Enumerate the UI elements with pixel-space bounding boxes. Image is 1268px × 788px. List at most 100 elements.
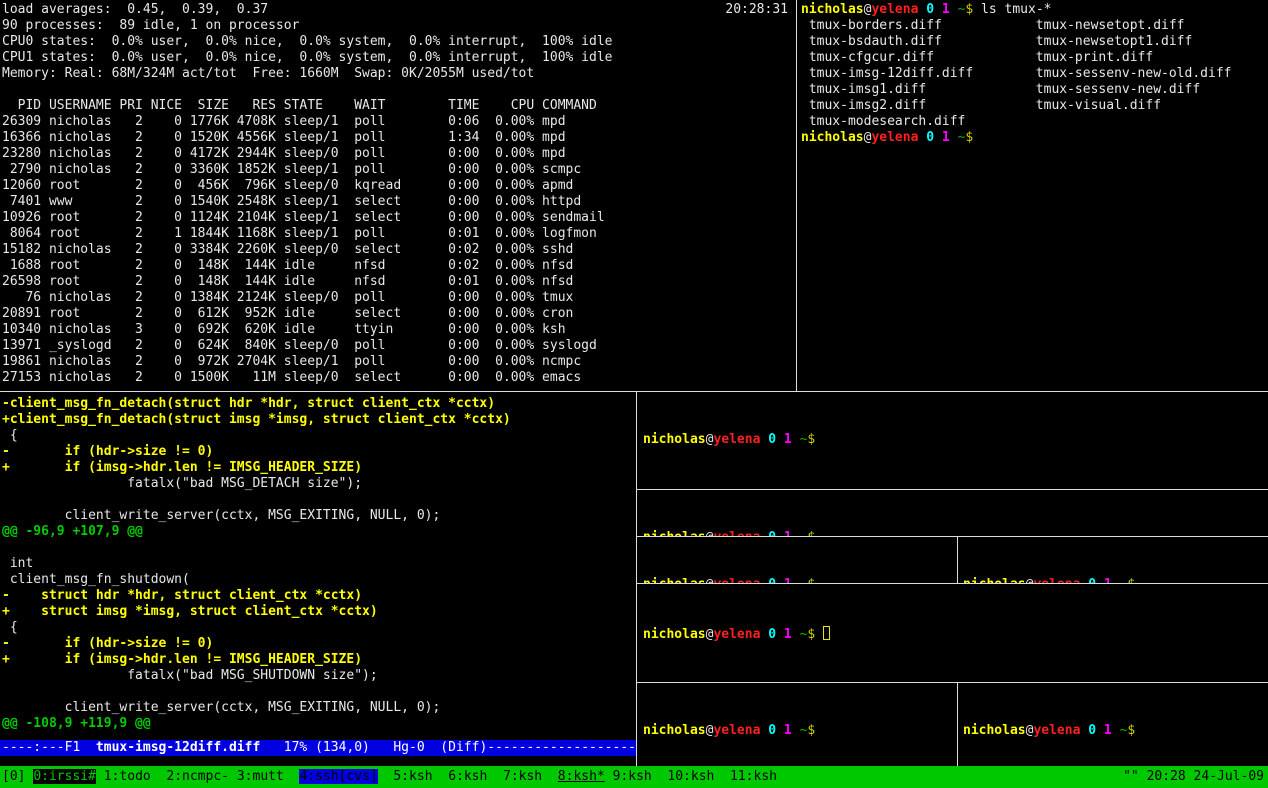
prompt-segment (1096, 723, 1104, 738)
ls-file-row: tmux-cfgcur.diff tmux-print.diff (801, 50, 1268, 66)
diff-line-ctx: int (2, 556, 636, 572)
process-row: 26309 nicholas 2 0 1776K 4708K sleep/1 p… (2, 114, 796, 130)
session-name: [0] (2, 769, 25, 784)
prompt-segment (792, 432, 800, 447)
diff-line-ctx: client_msg_fn_shutdown( (2, 572, 636, 588)
status-window-2[interactable]: 2:ncmpc- (166, 769, 229, 784)
prompt-segment (1112, 723, 1120, 738)
status-window-8[interactable]: 8:ksh* (558, 769, 605, 784)
ls-file-row: tmux-imsg-12diff.diff tmux-sessenv-new-o… (801, 66, 1268, 82)
pane-shell-5b[interactable]: nicholas@yelena 0 1 ~$ (958, 683, 1268, 766)
command-text: ls tmux-* (973, 2, 1051, 17)
prompt-segment: $ (807, 432, 815, 447)
process-row: 76 nicholas 2 0 1384K 2124K sleep/0 poll… (2, 290, 796, 306)
prompt-segment (950, 2, 958, 17)
process-row: 13971 _syslogd 2 0 624K 840K sleep/0 pol… (2, 338, 796, 354)
blank-line (2, 82, 796, 98)
process-row: 20891 root 2 0 612K 952K idle select 0:0… (2, 306, 796, 322)
prompt-segment: yelena (1033, 723, 1080, 738)
prompt-segment: 1 (942, 2, 950, 17)
prompt-segment: 0 (926, 130, 934, 145)
bottom-pane-row: -client_msg_fn_detach(struct hdr *hdr, s… (0, 392, 1268, 766)
process-row: 10926 root 2 0 1124K 2104K sleep/1 selec… (2, 210, 796, 226)
prompt-segment: nicholas (801, 2, 864, 17)
ls-output: tmux-borders.diff tmux-newsetopt.diff tm… (801, 18, 1268, 130)
prompt-segment: 1 (784, 627, 792, 642)
diff-line-blank (2, 492, 636, 508)
prompt-segment: $ (965, 130, 973, 145)
prompt-segment: nicholas (963, 723, 1026, 738)
diff-line-del: - if (hdr->size != 0) (2, 636, 636, 652)
prompt-segment: 0 (768, 723, 776, 738)
pane-shell-5a[interactable]: nicholas@yelena 0 1 ~$ (637, 683, 957, 766)
status-window-1[interactable]: 1:todo (104, 769, 151, 784)
diff-line-blank (2, 684, 636, 700)
status-window-6[interactable]: 6:ksh (448, 769, 487, 784)
ls-file-row: tmux-imsg1.diff tmux-sessenv-new.diff (801, 82, 1268, 98)
diff-line-ctx: fatalx("bad MSG_DETACH size"); (2, 476, 636, 492)
prompt-segment (934, 130, 942, 145)
top-summary-line: load averages: 0.45, 0.39, 0.37 20:28:31 (2, 2, 796, 18)
status-window-3[interactable]: 3:mutt (237, 769, 284, 784)
status-window-list: [0] 0:irssi# 1:todo 2:ncmpc- 3:mutt 4:ss… (2, 769, 793, 788)
pane-shell-2[interactable]: nicholas@yelena 0 1 ~$ (637, 490, 1268, 536)
pane-shell-row-3: nicholas@yelena 0 1 ~$ nicholas@yelena 0… (637, 537, 1268, 583)
diff-line-ctx: client_write_server(cctx, MSG_EXITING, N… (2, 508, 636, 524)
emacs-modeline: ----:---F1 tmux-imsg-12diff.diff 17% (13… (0, 740, 636, 756)
shell-prompt: nicholas@yelena 0 1 ~$ ls tmux-* (801, 2, 1268, 18)
diff-line-hunk: @@ -96,9 +107,9 @@ (2, 524, 636, 540)
emacs-minibuffer (2, 756, 636, 766)
processes-line: 90 processes: 89 idle, 1 on processor (2, 18, 796, 34)
cpu0-line: CPU0 states: 0.0% user, 0.0% nice, 0.0% … (2, 34, 796, 50)
pane-emacs-diff[interactable]: -client_msg_fn_detach(struct hdr *hdr, s… (0, 392, 636, 766)
process-row: 12060 root 2 0 456K 796K sleep/0 kqread … (2, 178, 796, 194)
prompt-segment: 1 (784, 432, 792, 447)
diff-line-add: + if (imsg->hdr.len != IMSG_HEADER_SIZE) (2, 652, 636, 668)
prompt-segment: 1 (942, 130, 950, 145)
status-window-4[interactable]: 4:ssh[cvs] (299, 769, 377, 784)
pane-shell-3b[interactable]: nicholas@yelena 0 1 ~$ (958, 537, 1268, 583)
ls-file-row: tmux-borders.diff tmux-newsetopt.diff (801, 18, 1268, 34)
status-window-11[interactable]: 11:ksh (730, 769, 777, 784)
process-row: 10340 nicholas 3 0 692K 620K idle ttyin … (2, 322, 796, 338)
pane-shell-ls[interactable]: nicholas@yelena 0 1 ~$ ls tmux-* tmux-bo… (797, 0, 1268, 391)
diff-line-ctx: fatalx("bad MSG_SHUTDOWN size"); (2, 668, 636, 684)
process-row: 1688 root 2 0 148K 144K idle nfsd 0:02 0… (2, 258, 796, 274)
prompt-segment: $ (807, 627, 815, 642)
status-window-10[interactable]: 10:ksh (667, 769, 714, 784)
prompt-segment (792, 723, 800, 738)
pane-shell-4-active[interactable]: nicholas@yelena 0 1 ~$ (637, 584, 1268, 682)
prompt-segment: 0 (1088, 723, 1096, 738)
prompt-segment (950, 130, 958, 145)
prompt-segment: yelena (871, 2, 918, 17)
process-table-header: PID USERNAME PRI NICE SIZE RES STATE WAI… (2, 98, 796, 114)
top-clock: 20:28:31 (725, 2, 788, 18)
status-window-0[interactable]: 0:irssi# (33, 769, 96, 784)
pane-shell-3a[interactable]: nicholas@yelena 0 1 ~$ (637, 537, 957, 583)
diff-buffer: -client_msg_fn_detach(struct hdr *hdr, s… (2, 396, 636, 740)
diff-line-ctx: { (2, 620, 636, 636)
diff-line-hunk: @@ -108,9 +119,9 @@ (2, 716, 636, 732)
status-right: "" 20:28 24-Jul-09 (1123, 769, 1264, 788)
pane-top-process-monitor[interactable]: load averages: 0.45, 0.39, 0.37 20:28:31… (0, 0, 796, 391)
process-table: PID USERNAME PRI NICE SIZE RES STATE WAI… (2, 98, 796, 386)
status-window-5[interactable]: 5:ksh (393, 769, 432, 784)
bottom-right-panes: nicholas@yelena 0 1 ~$ nicholas@yelena 0… (637, 392, 1268, 766)
process-row: 26598 root 2 0 148K 144K idle nfsd 0:01 … (2, 274, 796, 290)
process-row: 23280 nicholas 2 0 4172K 2944K sleep/0 p… (2, 146, 796, 162)
prompt-segment: yelena (713, 432, 760, 447)
cpu1-line: CPU1 states: 0.0% user, 0.0% nice, 0.0% … (2, 50, 796, 66)
diff-line-add: + if (imsg->hdr.len != IMSG_HEADER_SIZE) (2, 460, 636, 476)
diff-line-add: +client_msg_fn_detach(struct imsg *imsg,… (2, 412, 636, 428)
pane-shell-1[interactable]: nicholas@yelena 0 1 ~$ (637, 392, 1268, 489)
tmux-status-bar: [0] 0:irssi# 1:todo 2:ncmpc- 3:mutt 4:ss… (0, 766, 1268, 788)
prompt-segment: $ (807, 723, 815, 738)
process-row: 7401 www 2 0 1540K 2548K sleep/1 select … (2, 194, 796, 210)
shell-prompt: nicholas@yelena 0 1 ~$ (643, 626, 1268, 642)
diff-line-blank (2, 540, 636, 556)
diff-line-add: + struct imsg *imsg, struct client_ctx *… (2, 604, 636, 620)
prompt-segment: nicholas (643, 432, 706, 447)
status-window-9[interactable]: 9:ksh (613, 769, 652, 784)
status-window-7[interactable]: 7:ksh (503, 769, 542, 784)
prompt-segment: 1 (784, 723, 792, 738)
